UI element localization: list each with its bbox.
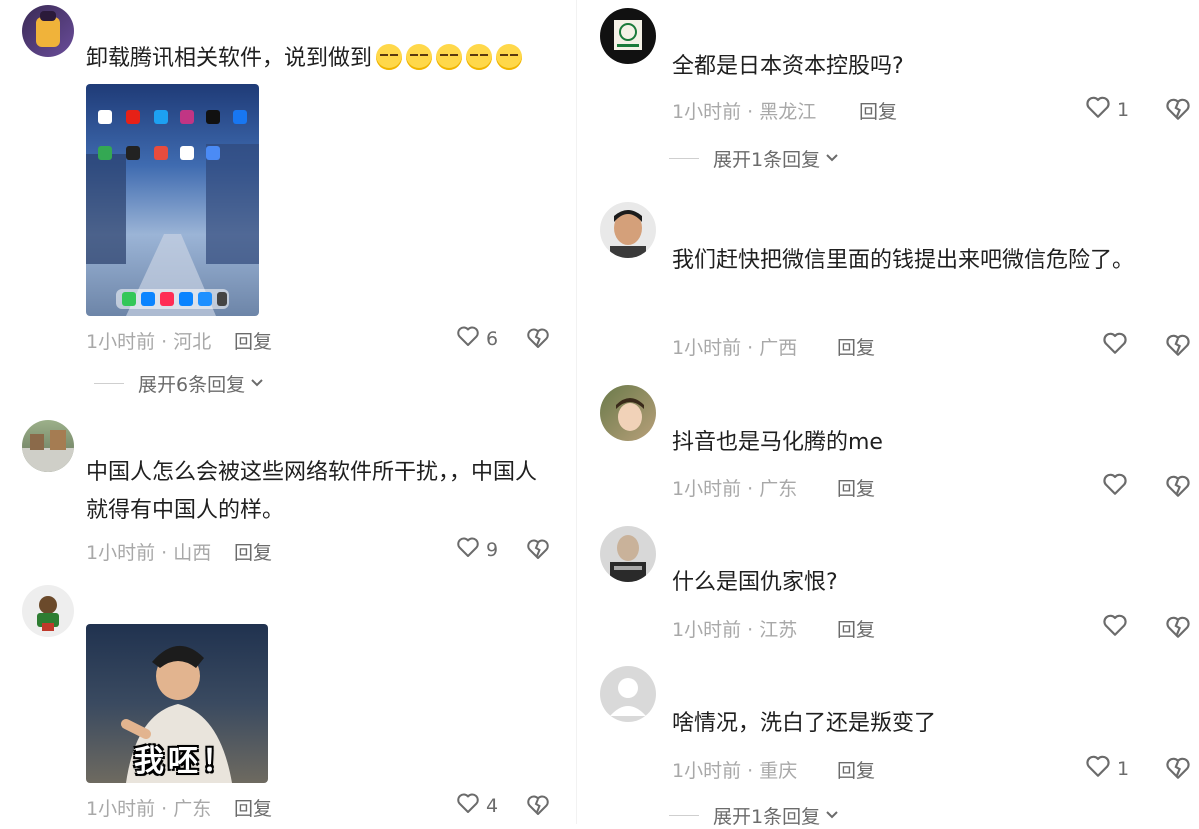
heart-broken-icon [526,539,550,564]
dislike-button[interactable] [526,327,550,353]
heart-broken-icon [1165,334,1191,361]
comment-meta: 1小时前 · 黑龙江 [672,101,817,123]
like-count: 4 [486,794,499,817]
expand-replies-label: 展开1条回复 [713,806,821,828]
avatar[interactable] [22,585,74,637]
avatar[interactable] [600,8,656,64]
chevron-down-icon [249,373,265,395]
sly-face-emoji-icon [406,44,433,70]
like-button[interactable]: 1 [1085,95,1129,124]
reply-button[interactable]: 回复 [234,327,272,354]
chevron-down-icon [824,805,840,827]
comment-meta: 1小时前 · 河北 [86,331,212,353]
avatar[interactable] [22,5,74,57]
sly-face-emoji-icon [436,44,463,70]
sly-face-emoji-icon [376,44,403,70]
sticker-caption: 我呸！ [134,744,236,779]
comment-meta: 1小时前 · 重庆 [672,760,798,782]
avatar[interactable] [600,385,656,441]
comment-text: 中国人怎么会被这些网络软件所干扰，，中国人就得有中国人的样。 [86,460,538,523]
like-count: 1 [1117,98,1130,121]
heart-broken-icon [1165,616,1191,643]
dislike-button[interactable] [526,538,550,564]
like-button[interactable]: 6 [456,325,498,352]
comment-text: 什么是国仇家恨? [672,570,838,595]
comment-meta: 1小时前 · 广西 [672,337,798,359]
expand-replies-label: 展开6条回复 [138,374,246,396]
divider-line [669,158,699,159]
like-button[interactable] [1102,331,1134,360]
reply-button[interactable]: 回复 [234,794,272,821]
divider-line [669,815,699,816]
heart-icon [456,536,480,563]
reply-button[interactable]: 回复 [837,474,875,501]
expand-replies-label: 展开1条回复 [713,149,821,171]
comment-text: 我们赶快把微信里面的钱提出来吧微信危险了。 [672,248,1135,273]
like-button[interactable]: 4 [456,792,498,819]
heart-icon [1102,472,1128,501]
heart-broken-icon [526,795,550,820]
chevron-down-icon [824,148,840,170]
tablet-screenshot-image[interactable] [86,84,259,316]
heart-icon [1085,95,1111,124]
left-comment-column: 卸载腾讯相关软件，说到做到 1小时前 · 河北 回复 6 展开6条回复 中国人怎… [0,0,576,824]
heart-broken-icon [1165,98,1191,125]
dislike-button[interactable] [1165,756,1191,784]
sly-face-emoji-icon [466,44,493,70]
like-button[interactable]: 9 [456,536,498,563]
like-count: 6 [486,327,499,350]
comment-text: 啥情况，洗白了还是叛变了 [672,711,937,736]
expand-replies-button[interactable]: 展开6条回复 [94,370,265,397]
like-count: 9 [486,538,499,561]
dislike-button[interactable] [1165,474,1191,502]
heart-broken-icon [526,328,550,353]
heart-broken-icon [1165,757,1191,784]
sly-face-emoji-icon [496,44,523,70]
heart-icon [1085,754,1111,783]
comment-text: 抖音也是马化腾的me [672,430,883,455]
like-button[interactable] [1102,472,1134,501]
reply-button[interactable]: 回复 [837,756,875,783]
like-button[interactable] [1102,613,1134,642]
reply-button[interactable]: 回复 [837,333,875,360]
comment-meta: 1小时前 · 广东 [86,798,212,820]
like-count: 1 [1117,757,1130,780]
comment-meta: 1小时前 · 广东 [672,478,798,500]
dislike-button[interactable] [1165,97,1191,125]
sticker-image[interactable]: 我呸！ [86,624,268,783]
comment-meta: 1小时前 · 江苏 [672,619,798,641]
expand-replies-button[interactable]: 展开1条回复 [669,802,840,829]
dislike-button[interactable] [526,794,550,820]
dislike-button[interactable] [1165,615,1191,643]
reply-button[interactable]: 回复 [234,538,272,565]
divider-line [94,383,124,384]
heart-icon [1102,613,1128,642]
avatar[interactable] [600,202,656,258]
avatar[interactable] [22,420,74,472]
heart-icon [1102,331,1128,360]
comment-meta: 1小时前 · 山西 [86,542,212,564]
reply-button[interactable]: 回复 [859,97,897,124]
dislike-button[interactable] [1165,333,1191,361]
heart-icon [456,325,480,352]
comment-text: 全都是日本资本控股吗? [672,54,904,79]
avatar[interactable] [600,666,656,722]
avatar[interactable] [600,526,656,582]
expand-replies-button[interactable]: 展开1条回复 [669,145,840,172]
reply-button[interactable]: 回复 [837,615,875,642]
heart-icon [456,792,480,819]
like-button[interactable]: 1 [1085,754,1129,783]
comment-text-content: 卸载腾讯相关软件，说到做到 [86,46,373,71]
heart-broken-icon [1165,475,1191,502]
right-comment-column: 全都是日本资本控股吗? 1小时前 · 黑龙江 回复 1 展开1条回复 我们赶快把… [577,0,1199,828]
comment-text: 卸载腾讯相关软件，说到做到 [86,40,556,78]
